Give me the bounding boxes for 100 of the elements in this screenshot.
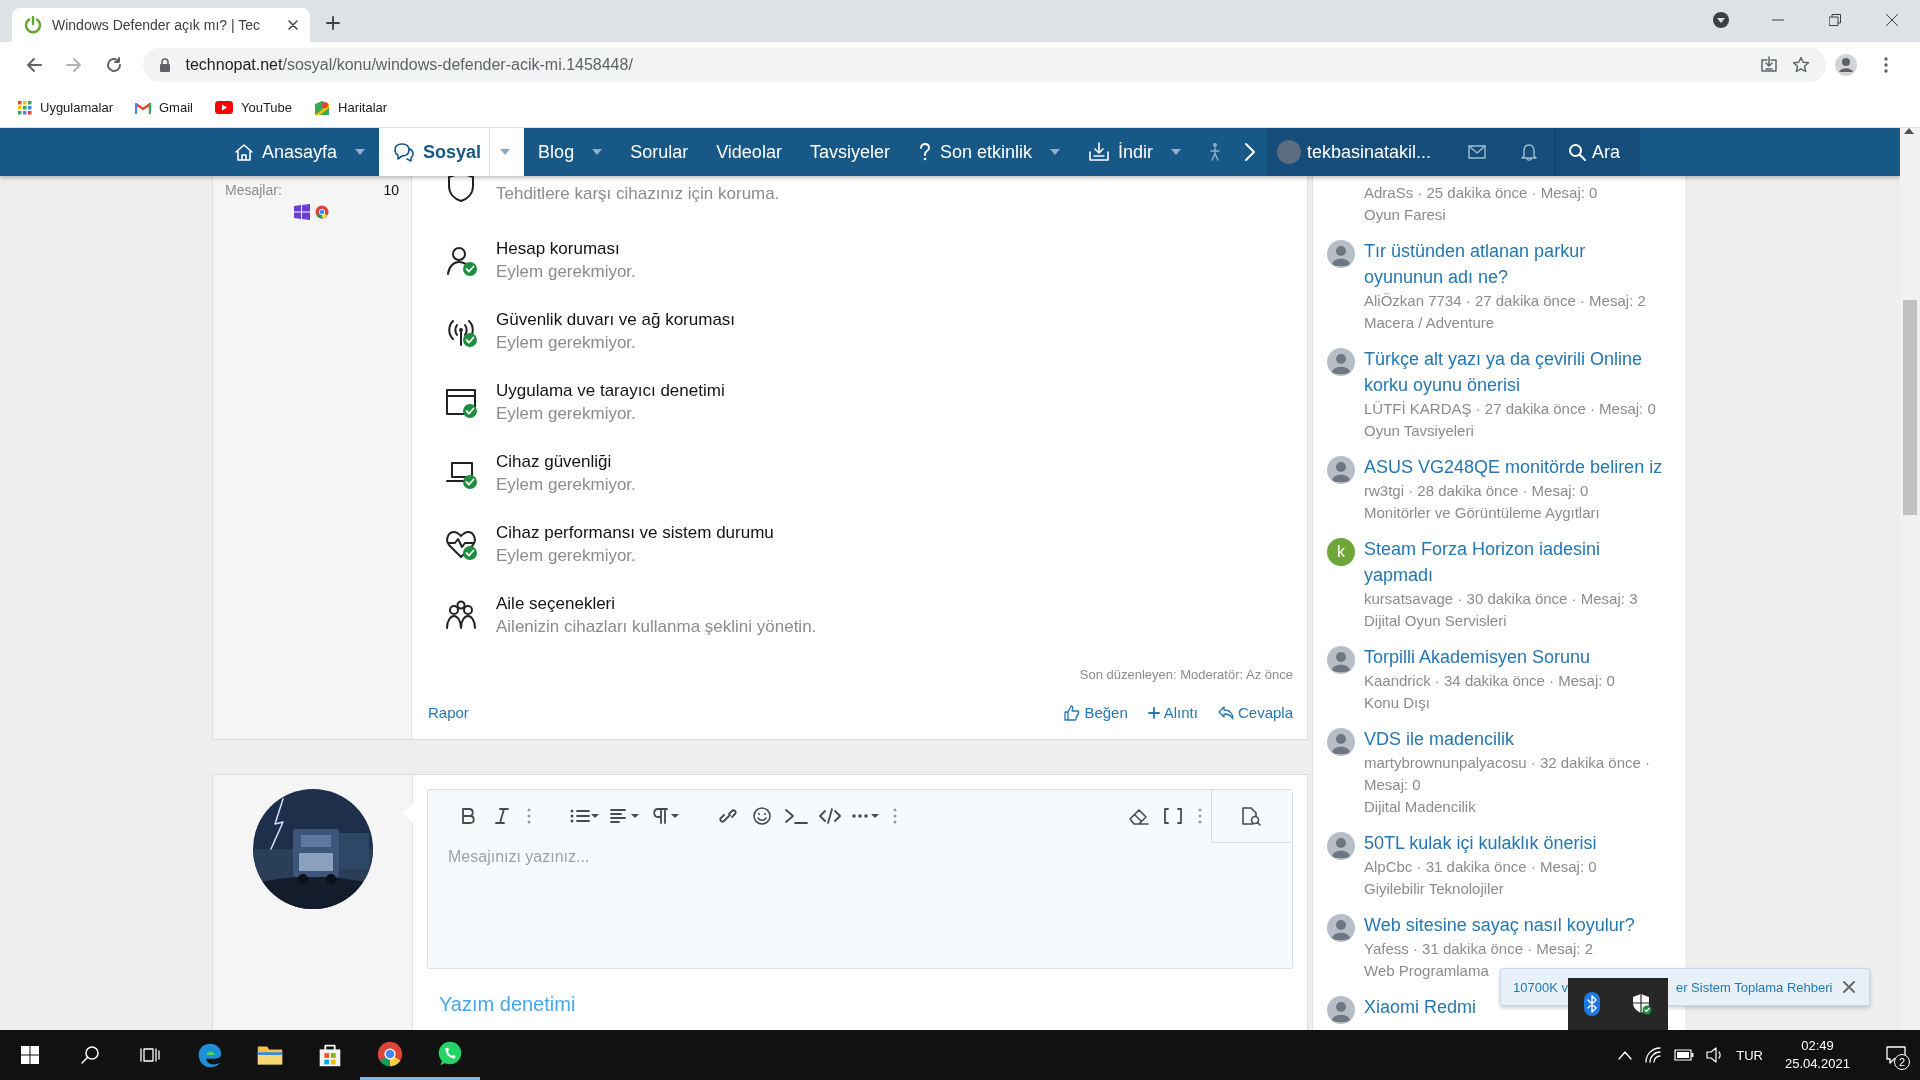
action-link[interactable]: Alıntı (1147, 704, 1198, 721)
clock-time[interactable]: 02:49 (1801, 1037, 1834, 1055)
thread-title[interactable]: Türkçe alt yazı ya da çevirili Online korku oyunu önerisi (1364, 346, 1665, 398)
thread-title[interactable]: 50TL kulak içi kulaklık önerisi (1364, 830, 1597, 856)
bookmark[interactable]: Gmail (135, 100, 193, 115)
stat-label: Mesajlar: (225, 182, 282, 198)
nav-tab[interactable]: Tavsiyeler (795, 128, 904, 176)
bookmark[interactable]: Haritalar (314, 99, 388, 116)
avatar-icon[interactable] (1327, 914, 1355, 942)
report-link[interactable]: Rapor (428, 704, 469, 721)
thread-title[interactable]: Torpilli Akademisyen Sorunu (1364, 644, 1615, 670)
chat-icon (393, 142, 416, 162)
bookmark[interactable]: YouTube (214, 100, 293, 115)
thread-meta: Kaandrick · 34 dakika önce · Mesaj: 0 (1364, 671, 1615, 691)
edit-note: Son düzenleyen: Moderatör: Az önce (1078, 667, 1293, 682)
nav-tab[interactable]: Blog (524, 128, 617, 176)
thread-title[interactable]: Xiaomi Redmi (1364, 994, 1477, 1020)
plus-icon (1147, 706, 1160, 719)
play-icon (214, 101, 233, 114)
star-icon[interactable] (1792, 56, 1811, 74)
thread-meta: LÜTFİ KARDAŞ · 27 dakika önce · Mesaj: 0 (1364, 399, 1657, 419)
address-field[interactable]: technopat.net/sosyal/konu/windows-defender-acik-mi.1458448/ (143, 48, 1827, 82)
avatar-icon[interactable] (1327, 240, 1355, 268)
windows-icon (294, 204, 310, 220)
item-title: Güvenlik duvarı ve ağ koruması (496, 309, 736, 331)
thread-title[interactable]: ASUS VG248QE monitörde beliren iz (1364, 454, 1663, 480)
mail-icon[interactable] (1468, 145, 1487, 159)
wifi-icon[interactable] (1644, 1047, 1663, 1063)
thread-meta: AliÖzkan 7734 · 27 dakika önce · Mesaj: 2 (1364, 291, 1647, 311)
avatar-icon[interactable] (1327, 456, 1355, 484)
item-status: Ailenizin cihazları kullanma şeklini yönetin. (496, 616, 817, 638)
power-icon (24, 16, 42, 34)
item-title: Uygulama ve tarayıcı denetimi (496, 380, 725, 402)
dropdown-icon[interactable] (1711, 11, 1730, 29)
search-icon[interactable] (80, 1045, 100, 1065)
thread-category: Oyun Faresi (1364, 205, 1447, 225)
thread-category: Oyun Tavsiyeleri (1364, 421, 1475, 441)
question-icon (917, 142, 932, 162)
thread-category: Konu Dışı (1364, 693, 1431, 713)
thread-title[interactable]: VDS ile madencilik (1364, 726, 1665, 752)
avatar-icon[interactable] (1327, 348, 1355, 376)
nav-tab[interactable]: İndir (1074, 128, 1195, 176)
nav-tab[interactable]: Sosyal (379, 128, 525, 176)
close-icon[interactable] (1885, 14, 1898, 26)
browser-tab[interactable]: Windows Defender açık mı? | Tec (12, 8, 310, 42)
item-status: Eylem gerekmiyor. (496, 403, 637, 425)
chevron-right-icon[interactable] (1244, 142, 1256, 162)
avatar-icon[interactable] (1327, 728, 1355, 756)
caret-icon[interactable] (1050, 149, 1060, 155)
menu-icon[interactable] (1884, 57, 1889, 73)
thread-meta: martybrownunpalyacosu · 32 dakika önce · Mesaj: 0 (1364, 753, 1651, 795)
nav-tab[interactable]: Sorular (616, 128, 703, 176)
nav-tab[interactable]: Son etkinlik (903, 128, 1074, 176)
item-status: Tehditlere karşı cihazınız için koruma. (496, 183, 780, 205)
restore-icon[interactable] (1828, 14, 1841, 26)
reload-icon[interactable] (105, 57, 122, 73)
thumbs-up-icon (1064, 704, 1081, 721)
close-icon[interactable] (288, 20, 298, 30)
scroll-thumb[interactable] (1903, 300, 1917, 515)
thread-title[interactable]: Tır üstünden atlanan parkur oyununun adı ne? (1364, 238, 1665, 290)
thread-meta: AlpCbc · 31 dakika önce · Mesaj: 0 (1364, 857, 1597, 877)
action-link[interactable]: Cevapla (1217, 704, 1293, 721)
new-tab-icon[interactable] (326, 16, 340, 30)
task-view-icon[interactable] (140, 1046, 160, 1064)
nav-tab[interactable]: Anasayfa (220, 128, 380, 176)
clock-date[interactable]: 25.04.2021 (1784, 1055, 1850, 1073)
stat-value: 10 (383, 182, 399, 198)
back-icon[interactable] (25, 57, 42, 73)
action-link[interactable]: Beğen (1064, 704, 1128, 721)
search-icon (1568, 143, 1587, 161)
bookmark[interactable]: Uygulamalar (18, 100, 113, 115)
language-indicator[interactable]: TUR (1736, 1047, 1763, 1063)
caret-icon[interactable] (1171, 149, 1181, 155)
thread-title[interactable]: Web sitesine sayaç nasıl koyulur? (1364, 912, 1635, 938)
thread-meta: Yafess · 31 dakika önce · Mesaj: 2 (1364, 939, 1594, 959)
start-icon[interactable] (21, 1046, 39, 1064)
thread-category: Dijital Madencilik (1364, 797, 1477, 817)
avatar-icon[interactable] (1327, 646, 1355, 674)
item-title: Cihaz güvenliği (496, 451, 613, 473)
install-icon[interactable] (1760, 56, 1779, 74)
caret-icon[interactable] (355, 149, 366, 155)
user-menu[interactable]: tekbasinatakil... (1267, 140, 1452, 164)
message-field[interactable]: Mesajınızı yazınız... (428, 842, 1292, 872)
battery-icon[interactable] (1674, 1049, 1695, 1061)
thread-category: Macera / Adventure (1364, 313, 1496, 333)
bell-icon[interactable] (1521, 143, 1538, 161)
profile-icon[interactable] (1835, 54, 1858, 76)
thread-meta: kursatsavage · 30 dakika önce · Mesaj: 3 (1364, 589, 1639, 609)
map-pin-icon (314, 99, 331, 116)
walking-icon[interactable] (1209, 142, 1221, 162)
avatar-icon[interactable] (1327, 996, 1355, 1024)
avatar-icon[interactable] (1327, 832, 1355, 860)
item-status: Eylem gerekmiyor. (496, 545, 637, 567)
thread-title[interactable]: Steam Forza Horizon iadesini yapmadı (1364, 536, 1665, 588)
notification-icon[interactable] (1886, 1046, 1906, 1064)
nav-tab[interactable]: Videolar (702, 128, 796, 176)
mail-icon (135, 101, 151, 114)
chevron-up-icon[interactable] (1618, 1050, 1633, 1060)
caret-icon[interactable] (592, 149, 603, 155)
thread-category: Dijital Oyun Servisleri (1364, 611, 1508, 631)
